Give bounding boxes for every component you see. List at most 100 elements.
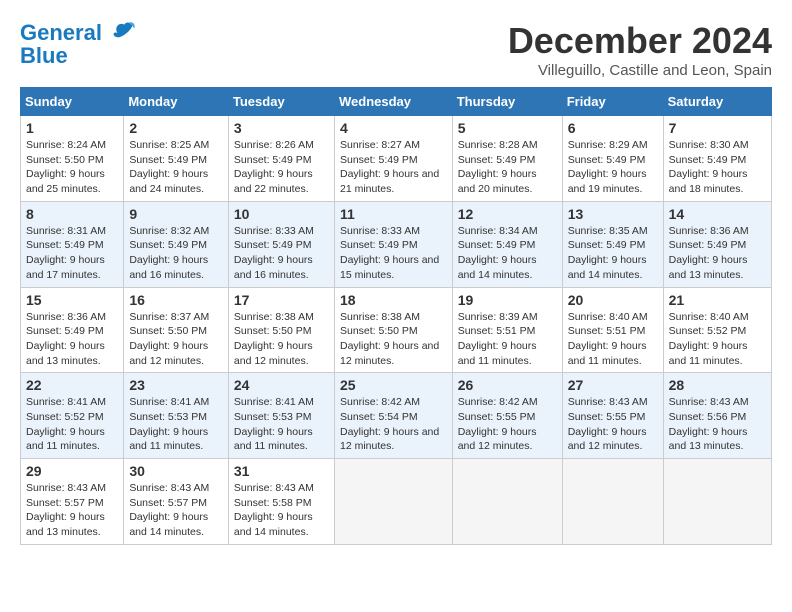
- day-number: 6: [568, 120, 658, 136]
- week-row-2: 8 Sunrise: 8:31 AMSunset: 5:49 PMDayligh…: [21, 201, 772, 287]
- day-number: 25: [340, 377, 447, 393]
- week-row-1: 1 Sunrise: 8:24 AMSunset: 5:50 PMDayligh…: [21, 116, 772, 202]
- day-info: Sunrise: 8:33 AMSunset: 5:49 PMDaylight:…: [340, 225, 439, 281]
- day-info: Sunrise: 8:28 AMSunset: 5:49 PMDaylight:…: [458, 139, 538, 195]
- day-info: Sunrise: 8:41 AMSunset: 5:53 PMDaylight:…: [234, 396, 314, 452]
- day-info: Sunrise: 8:42 AMSunset: 5:55 PMDaylight:…: [458, 396, 538, 452]
- day-number: 8: [26, 206, 118, 222]
- day-number: 2: [129, 120, 223, 136]
- day-cell: [663, 459, 771, 545]
- day-info: Sunrise: 8:35 AMSunset: 5:49 PMDaylight:…: [568, 225, 648, 281]
- day-number: 7: [669, 120, 766, 136]
- logo-blue: Blue: [20, 43, 68, 68]
- day-info: Sunrise: 8:31 AMSunset: 5:49 PMDaylight:…: [26, 225, 106, 281]
- day-info: Sunrise: 8:34 AMSunset: 5:49 PMDaylight:…: [458, 225, 538, 281]
- day-info: Sunrise: 8:43 AMSunset: 5:57 PMDaylight:…: [26, 482, 106, 538]
- day-cell: 15 Sunrise: 8:36 AMSunset: 5:49 PMDaylig…: [21, 287, 124, 373]
- col-tuesday: Tuesday: [228, 88, 334, 116]
- day-cell: 7 Sunrise: 8:30 AMSunset: 5:49 PMDayligh…: [663, 116, 771, 202]
- day-cell: 26 Sunrise: 8:42 AMSunset: 5:55 PMDaylig…: [452, 373, 562, 459]
- day-cell: 27 Sunrise: 8:43 AMSunset: 5:55 PMDaylig…: [562, 373, 663, 459]
- day-number: 30: [129, 463, 223, 479]
- location-title: Villeguillo, Castille and Leon, Spain: [508, 62, 772, 79]
- day-cell: 14 Sunrise: 8:36 AMSunset: 5:49 PMDaylig…: [663, 201, 771, 287]
- day-cell: 8 Sunrise: 8:31 AMSunset: 5:49 PMDayligh…: [21, 201, 124, 287]
- day-info: Sunrise: 8:40 AMSunset: 5:51 PMDaylight:…: [568, 311, 648, 367]
- page-header: General Blue December 2024 Villeguillo, …: [20, 20, 772, 79]
- day-cell: 18 Sunrise: 8:38 AMSunset: 5:50 PMDaylig…: [334, 287, 452, 373]
- week-row-4: 22 Sunrise: 8:41 AMSunset: 5:52 PMDaylig…: [21, 373, 772, 459]
- calendar-table: Sunday Monday Tuesday Wednesday Thursday…: [20, 87, 772, 545]
- day-cell: 3 Sunrise: 8:26 AMSunset: 5:49 PMDayligh…: [228, 116, 334, 202]
- day-info: Sunrise: 8:24 AMSunset: 5:50 PMDaylight:…: [26, 139, 106, 195]
- day-cell: 22 Sunrise: 8:41 AMSunset: 5:52 PMDaylig…: [21, 373, 124, 459]
- day-cell: 12 Sunrise: 8:34 AMSunset: 5:49 PMDaylig…: [452, 201, 562, 287]
- day-number: 29: [26, 463, 118, 479]
- day-cell: 25 Sunrise: 8:42 AMSunset: 5:54 PMDaylig…: [334, 373, 452, 459]
- day-cell: [452, 459, 562, 545]
- day-cell: 23 Sunrise: 8:41 AMSunset: 5:53 PMDaylig…: [124, 373, 229, 459]
- day-cell: 30 Sunrise: 8:43 AMSunset: 5:57 PMDaylig…: [124, 459, 229, 545]
- day-info: Sunrise: 8:41 AMSunset: 5:52 PMDaylight:…: [26, 396, 106, 452]
- day-info: Sunrise: 8:43 AMSunset: 5:55 PMDaylight:…: [568, 396, 648, 452]
- day-number: 27: [568, 377, 658, 393]
- day-number: 19: [458, 292, 557, 308]
- day-number: 14: [669, 206, 766, 222]
- col-thursday: Thursday: [452, 88, 562, 116]
- day-info: Sunrise: 8:40 AMSunset: 5:52 PMDaylight:…: [669, 311, 749, 367]
- col-monday: Monday: [124, 88, 229, 116]
- day-cell: 11 Sunrise: 8:33 AMSunset: 5:49 PMDaylig…: [334, 201, 452, 287]
- day-number: 23: [129, 377, 223, 393]
- day-info: Sunrise: 8:42 AMSunset: 5:54 PMDaylight:…: [340, 396, 439, 452]
- day-number: 1: [26, 120, 118, 136]
- day-cell: 17 Sunrise: 8:38 AMSunset: 5:50 PMDaylig…: [228, 287, 334, 373]
- day-cell: 29 Sunrise: 8:43 AMSunset: 5:57 PMDaylig…: [21, 459, 124, 545]
- day-cell: 1 Sunrise: 8:24 AMSunset: 5:50 PMDayligh…: [21, 116, 124, 202]
- day-number: 26: [458, 377, 557, 393]
- day-cell: 16 Sunrise: 8:37 AMSunset: 5:50 PMDaylig…: [124, 287, 229, 373]
- col-saturday: Saturday: [663, 88, 771, 116]
- day-cell: 13 Sunrise: 8:35 AMSunset: 5:49 PMDaylig…: [562, 201, 663, 287]
- day-number: 13: [568, 206, 658, 222]
- day-number: 11: [340, 206, 447, 222]
- day-number: 4: [340, 120, 447, 136]
- day-number: 28: [669, 377, 766, 393]
- day-number: 15: [26, 292, 118, 308]
- day-cell: 20 Sunrise: 8:40 AMSunset: 5:51 PMDaylig…: [562, 287, 663, 373]
- day-number: 31: [234, 463, 329, 479]
- week-row-3: 15 Sunrise: 8:36 AMSunset: 5:49 PMDaylig…: [21, 287, 772, 373]
- day-info: Sunrise: 8:43 AMSunset: 5:58 PMDaylight:…: [234, 482, 314, 538]
- col-sunday: Sunday: [21, 88, 124, 116]
- day-cell: 19 Sunrise: 8:39 AMSunset: 5:51 PMDaylig…: [452, 287, 562, 373]
- day-info: Sunrise: 8:33 AMSunset: 5:49 PMDaylight:…: [234, 225, 314, 281]
- day-number: 5: [458, 120, 557, 136]
- day-info: Sunrise: 8:32 AMSunset: 5:49 PMDaylight:…: [129, 225, 209, 281]
- col-friday: Friday: [562, 88, 663, 116]
- day-info: Sunrise: 8:27 AMSunset: 5:49 PMDaylight:…: [340, 139, 439, 195]
- day-number: 18: [340, 292, 447, 308]
- day-number: 17: [234, 292, 329, 308]
- day-number: 3: [234, 120, 329, 136]
- day-info: Sunrise: 8:30 AMSunset: 5:49 PMDaylight:…: [669, 139, 749, 195]
- logo-bird-icon: [110, 20, 138, 48]
- day-cell: 31 Sunrise: 8:43 AMSunset: 5:58 PMDaylig…: [228, 459, 334, 545]
- day-number: 9: [129, 206, 223, 222]
- day-cell: 2 Sunrise: 8:25 AMSunset: 5:49 PMDayligh…: [124, 116, 229, 202]
- day-cell: 5 Sunrise: 8:28 AMSunset: 5:49 PMDayligh…: [452, 116, 562, 202]
- day-cell: 10 Sunrise: 8:33 AMSunset: 5:49 PMDaylig…: [228, 201, 334, 287]
- day-cell: 28 Sunrise: 8:43 AMSunset: 5:56 PMDaylig…: [663, 373, 771, 459]
- day-info: Sunrise: 8:41 AMSunset: 5:53 PMDaylight:…: [129, 396, 209, 452]
- week-row-5: 29 Sunrise: 8:43 AMSunset: 5:57 PMDaylig…: [21, 459, 772, 545]
- day-number: 22: [26, 377, 118, 393]
- day-number: 12: [458, 206, 557, 222]
- day-info: Sunrise: 8:38 AMSunset: 5:50 PMDaylight:…: [234, 311, 314, 367]
- day-info: Sunrise: 8:36 AMSunset: 5:49 PMDaylight:…: [26, 311, 106, 367]
- col-wednesday: Wednesday: [334, 88, 452, 116]
- logo-general: General: [20, 20, 102, 45]
- day-info: Sunrise: 8:43 AMSunset: 5:57 PMDaylight:…: [129, 482, 209, 538]
- day-info: Sunrise: 8:39 AMSunset: 5:51 PMDaylight:…: [458, 311, 538, 367]
- day-cell: 9 Sunrise: 8:32 AMSunset: 5:49 PMDayligh…: [124, 201, 229, 287]
- day-info: Sunrise: 8:37 AMSunset: 5:50 PMDaylight:…: [129, 311, 209, 367]
- day-cell: 21 Sunrise: 8:40 AMSunset: 5:52 PMDaylig…: [663, 287, 771, 373]
- day-number: 21: [669, 292, 766, 308]
